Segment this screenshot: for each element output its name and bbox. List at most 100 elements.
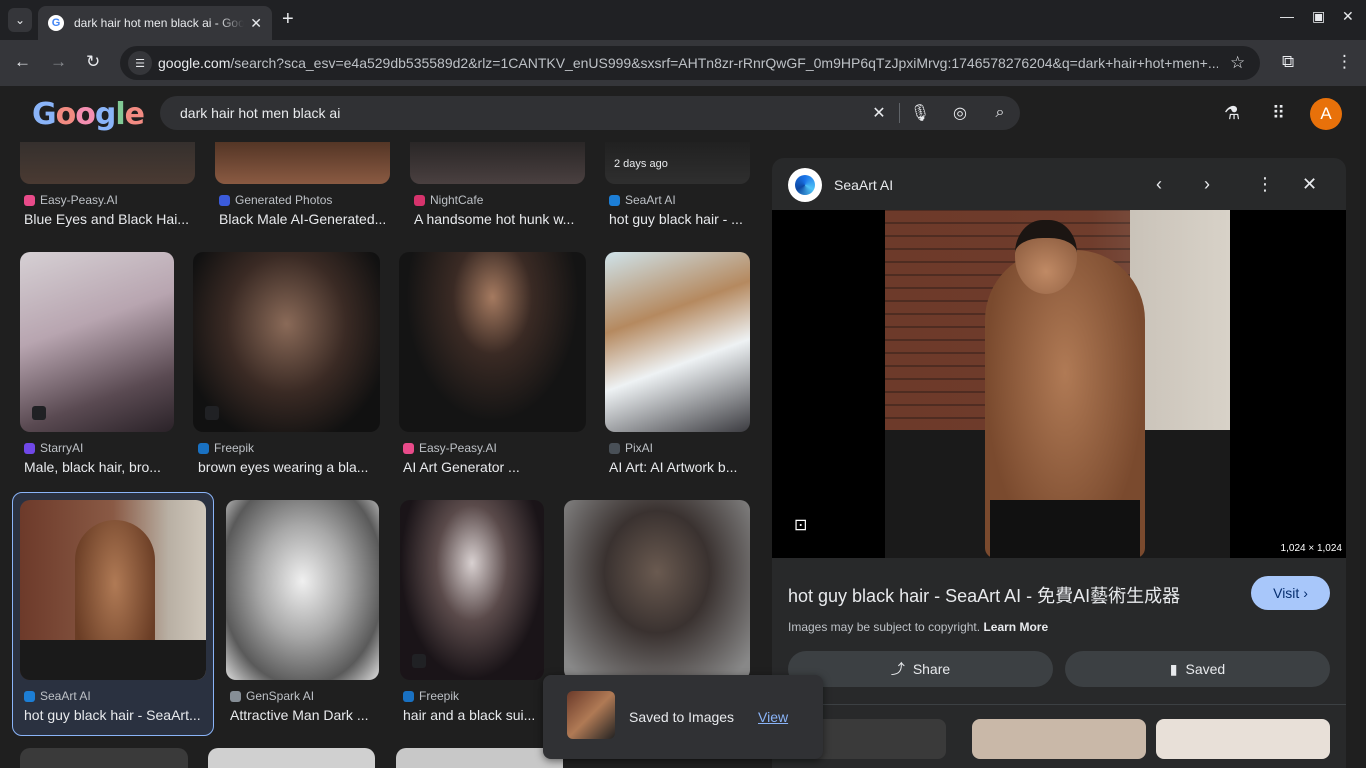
source-name: Generated Photos [235,193,333,207]
saved-label: Saved [1185,661,1226,677]
more-options-icon[interactable]: ⋮ [1256,174,1274,195]
result-caption[interactable]: hot guy black hair - SeaArt... [24,707,204,723]
share-button[interactable]: ⤴ Share [788,651,1053,687]
google-logo[interactable]: Google [32,97,145,132]
source-favicon-icon [609,442,620,454]
result-caption[interactable]: brown eyes wearing a bla... [198,459,383,475]
close-window-icon[interactable]: ✕ [1342,8,1354,25]
new-tab-icon[interactable]: + [282,8,294,31]
search-box[interactable]: dark hair hot men black ai ✕ 🎙 ◎ ⌕ [160,96,1020,130]
forward-icon[interactable]: → [50,52,67,72]
next-icon[interactable]: › [1204,174,1210,195]
result-thumbnail[interactable] [400,500,544,680]
result-caption[interactable]: Blue Eyes and Black Hai... [24,211,194,227]
search-icon[interactable]: ⌕ [980,104,1020,122]
figure-head [1015,220,1077,294]
result-source[interactable]: NightCafe [414,193,483,207]
result-source[interactable]: Generated Photos [219,193,332,207]
result-thumbnail[interactable] [564,500,750,680]
source-favicon-icon [403,690,414,702]
result-thumbnail[interactable] [215,142,390,184]
labs-flask-icon[interactable]: ⚗ [1224,103,1240,124]
previous-icon[interactable]: ‹ [1156,174,1162,195]
thumbnail-sofa [20,640,206,680]
microphone-icon[interactable]: 🎙 [900,103,940,123]
account-avatar[interactable]: A [1310,98,1342,130]
chevron-right-icon: › [1303,585,1308,601]
result-thumbnail[interactable] [20,142,195,184]
saved-button[interactable]: ▮ Saved [1065,651,1330,687]
share-label: Share [912,661,951,677]
result-caption[interactable]: Male, black hair, bro... [24,459,174,475]
result-source[interactable]: GenSpark AI [230,689,314,703]
preview-image-area[interactable]: ⊡ 1,024 × 1,024 [772,210,1346,558]
result-thumbnail[interactable] [605,252,750,432]
result-thumbnail[interactable] [193,252,380,432]
tab-strip: ⌄ G dark hair hot men black ai - Google … [0,0,1366,40]
seaart-logo-icon[interactable] [788,168,822,202]
result-caption[interactable]: Black Male AI-Generated... [219,211,389,227]
result-source[interactable]: SeaArt AI [24,689,91,703]
preview-title[interactable]: hot guy black hair - SeaArt AI - 免費AI藝術生… [788,582,1180,608]
maximize-icon[interactable]: ▣ [1312,8,1325,25]
source-name: GenSpark AI [246,689,315,703]
visit-button[interactable]: Visit › [1251,576,1330,610]
result-thumbnail[interactable] [208,748,375,768]
search-input[interactable]: dark hair hot men black ai [180,105,859,121]
result-caption[interactable]: Attractive Man Dark ... [230,707,380,723]
close-panel-icon[interactable]: ✕ [1302,174,1317,195]
preview-image[interactable] [885,210,1230,558]
google-lens-icon[interactable]: ⊡ [794,515,818,539]
google-favicon-icon: G [48,15,64,31]
clear-search-icon[interactable]: ✕ [859,103,899,123]
learn-more-link[interactable]: Learn More [983,620,1048,634]
address-bar[interactable]: ☰ google.com/search?sca_esv=e4a529db5355… [120,46,1260,80]
image-preview-panel: SeaArt AI ‹ › ⋮ ✕ ⊡ 1,024 × 1,024 hot gu… [772,158,1346,768]
result-thumbnail[interactable] [399,252,586,432]
source-favicon-icon [609,194,620,206]
result-caption[interactable]: hot guy black hair - ... [609,211,749,227]
source-name: SeaArt AI [40,689,91,703]
source-favicon-icon [219,194,230,206]
result-thumbnail[interactable] [226,500,379,680]
result-thumbnail[interactable] [20,500,206,680]
result-thumbnail[interactable] [410,142,585,184]
result-caption[interactable]: hair and a black sui... [403,707,543,723]
source-name: Freepik [214,441,255,455]
result-thumbnail[interactable] [20,252,174,432]
toast-view-link[interactable]: View [758,709,788,725]
lens-icon[interactable]: ◎ [940,103,980,123]
bookmark-star-icon[interactable]: ☆ [1230,53,1245,73]
result-thumbnail[interactable] [396,748,563,768]
date-badge: 2 days ago [614,158,668,170]
reload-icon[interactable]: ↻ [86,52,100,72]
tab-search-button[interactable]: ⌄ [8,8,32,32]
apps-grid-icon[interactable]: ⠿ [1272,103,1285,124]
result-thumbnail[interactable] [20,748,188,768]
url-path: /search?sca_esv=e4a529db535589d2&rlz=1CA… [230,55,1218,71]
share-icon: ⤴ [890,661,905,677]
site-info-icon[interactable]: ☰ [128,51,152,75]
result-source[interactable]: StarryAI [24,441,83,455]
close-tab-icon[interactable]: ✕ [250,15,262,32]
source-name: PixAI [625,441,654,455]
panel-source-name[interactable]: SeaArt AI [834,177,893,193]
result-source[interactable]: Freepik [198,441,254,455]
result-source[interactable]: PixAI [609,441,653,455]
minimize-icon[interactable]: — [1280,8,1294,24]
result-caption[interactable]: AI Art: AI Artwork b... [609,459,749,475]
browser-menu-icon[interactable]: ⋮ [1336,52,1353,72]
result-source[interactable]: Freepik [403,689,459,703]
related-thumbnail[interactable] [972,719,1146,759]
result-caption[interactable]: AI Art Generator ... [403,459,588,475]
result-source[interactable]: Easy-Peasy.AI [24,193,118,207]
extensions-icon[interactable]: ⧉ [1282,52,1294,72]
source-name: StarryAI [40,441,84,455]
url-host: google.com [158,55,231,71]
related-thumbnail[interactable] [1156,719,1330,759]
result-source[interactable]: Easy-Peasy.AI [403,441,497,455]
back-icon[interactable]: ← [14,52,31,72]
browser-tab[interactable]: G dark hair hot men black ai - Google Se… [38,6,272,40]
result-caption[interactable]: A handsome hot hunk w... [414,211,584,227]
result-source[interactable]: SeaArt AI [609,193,676,207]
